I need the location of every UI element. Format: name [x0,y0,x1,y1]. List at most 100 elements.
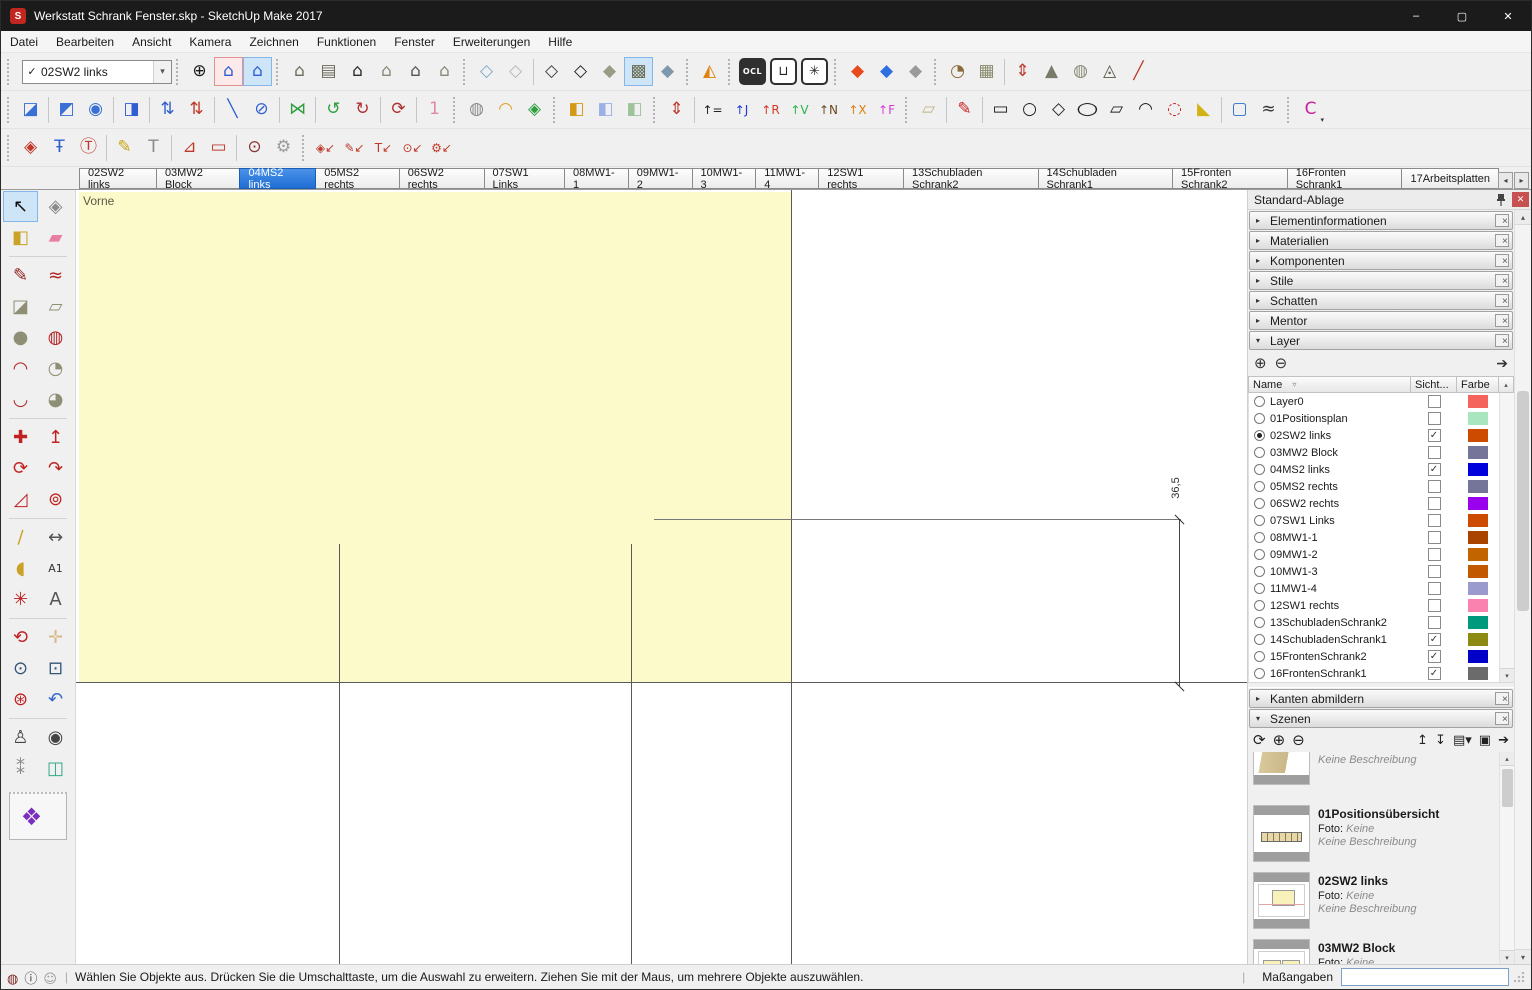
text-zoom-arrow-icon[interactable]: ⊙↙ [398,133,427,162]
sandbox-from-scratch-icon[interactable]: ▦ [972,57,1001,86]
push-pull-tool[interactable]: ↥ [38,422,73,453]
layer-current-radio[interactable] [1254,515,1265,526]
textured-mode-icon[interactable]: ▩ [624,57,653,86]
menu-funktionen[interactable]: Funktionen [308,31,385,53]
scene-list-item[interactable]: Keine Beschreibung [1248,752,1499,800]
layer-visible-checkbox[interactable] [1428,531,1441,544]
add-scene-button[interactable]: ⊕ [1273,731,1286,749]
close-button[interactable]: ✕ [1485,1,1531,31]
pan-tool[interactable]: ✛ [38,622,73,653]
back-edges-mode-icon[interactable]: ◇ [501,57,530,86]
scene-tab-15fronten-schrank2[interactable]: 15Fronten Schrank2 [1172,168,1288,189]
layer-visible-checkbox[interactable]: ✓ [1428,429,1441,442]
stamp-icon[interactable]: ▲ [1037,57,1066,86]
remove-layer-button[interactable]: ⊖ [1275,354,1288,372]
pin-icon[interactable] [1494,193,1508,207]
view-right-icon[interactable]: ⌂ [372,57,401,86]
menu-bearbeiten[interactable]: Bearbeiten [47,31,123,53]
scene-selector-dropdown[interactable]: ✓ 02SW2 links ▾ [22,60,172,84]
polygon-tool[interactable]: ◍ [38,322,73,353]
scene-tab-11mw1-4[interactable]: 11MW1-4 [755,168,819,189]
text-wrench-icon[interactable]: T [139,133,168,162]
layer-color-swatch[interactable] [1468,412,1488,425]
tab-scroll-right-button[interactable]: ▸ [1514,172,1529,189]
layer-row-01positionsplan[interactable]: 01Positionsplan [1249,410,1499,427]
layer-current-radio[interactable] [1254,549,1265,560]
layer-color-swatch[interactable] [1468,480,1488,493]
layer-current-radio[interactable] [1254,413,1265,424]
layer-row-10mw1-3[interactable]: 10MW1-3 [1249,563,1499,580]
layer-color-swatch[interactable] [1468,531,1488,544]
close-section-button[interactable]: × [1495,314,1509,327]
gray-box-icon[interactable]: ◆ [901,57,930,86]
page-corner-icon[interactable]: ◩ [52,95,81,124]
eraser-tool[interactable]: ▰ [38,222,73,253]
layer-color-swatch[interactable] [1468,395,1488,408]
scene-tab-06sw2-rechts[interactable]: 06SW2 rechts [399,168,485,189]
layer-visible-checkbox[interactable] [1428,599,1441,612]
raise-n-icon[interactable]: ↑N [814,95,843,124]
layer-row-09mw1-2[interactable]: 09MW1-2 [1249,546,1499,563]
layer-color-swatch[interactable] [1468,565,1488,578]
tray-section-szenen[interactable]: ▾ Szenen × [1249,709,1513,728]
layer-current-radio[interactable] [1254,583,1265,594]
layer-current-radio[interactable] [1254,566,1265,577]
scene-tab-02sw2-links[interactable]: 02SW2 links [79,168,157,189]
drawing-canvas[interactable]: 36,5 Vorne [76,190,1247,964]
tray-scroll-up-icon[interactable]: ▴ [1515,210,1531,225]
add-detail-icon[interactable]: ◬ [1095,57,1124,86]
view-top-icon[interactable]: ▤ [314,57,343,86]
home-view-icon[interactable]: ⌂ [243,57,272,86]
face-polygon-icon[interactable]: ◇ [1044,95,1073,124]
scene-tab-05ms2-rechts[interactable]: 05MS2 rechts [315,168,400,189]
scene-scroll-up-icon[interactable]: ▴ [1500,752,1514,766]
line-tool[interactable]: ✎ [3,260,38,291]
menu-ansicht[interactable]: Ansicht [123,31,180,53]
scene-tab-04ms2-links[interactable]: 04MS2 links [239,168,316,189]
raise-j-icon[interactable]: ↑J [727,95,756,124]
layer-row-02sw2-links[interactable]: 02SW2 links✓ [1249,427,1499,444]
layer-row-03mw2-block[interactable]: 03MW2 Block [1249,444,1499,461]
layer-current-radio[interactable] [1254,464,1265,475]
layer-color-swatch[interactable] [1468,633,1488,646]
layer-row-13schubladenschrank2[interactable]: 13SchubladenSchrank2 [1249,614,1499,631]
circle-tool[interactable]: ● [3,322,38,353]
half-face-icon[interactable]: ◨ [117,95,146,124]
layer-current-radio[interactable] [1254,634,1265,645]
smoove-icon[interactable]: ⇕ [1008,57,1037,86]
signin-icon[interactable]: ☺ [43,972,57,987]
face-arc-icon[interactable]: ◠ [1131,95,1160,124]
face-3point-circle-icon[interactable]: ◌ [1160,95,1189,124]
column-header-color[interactable]: Farbe [1457,376,1499,393]
tape-measure-tool[interactable]: ∕ [3,522,38,553]
menu-erweiterungen[interactable]: Erweiterungen [444,31,539,53]
layer-row-07sw1-links[interactable]: 07SW1 Links [1249,512,1499,529]
arrows-down-up-red-icon[interactable]: ⇅ [182,95,211,124]
text-pencil-icon[interactable]: ✎ [110,133,139,162]
position-camera-tool[interactable]: ♙ [3,722,38,753]
corner-cube-yellow-icon[interactable]: ◧ [562,95,591,124]
raise-v-icon[interactable]: ↑V [785,95,814,124]
tray-scroll-down-icon[interactable]: ▾ [1515,949,1531,964]
scene-tab-10mw1-3[interactable]: 10MW1-3 [692,168,757,189]
raise-x-icon[interactable]: ↑X [843,95,872,124]
rotated-rectangle-tool[interactable]: ▱ [38,291,73,322]
offset-tool[interactable]: ⊚ [38,484,73,515]
layer-visible-checkbox[interactable]: ✓ [1428,463,1441,476]
tray-scroll-thumb[interactable] [1517,391,1529,611]
previous-view-icon[interactable]: ⌂ [214,57,243,86]
close-section-button[interactable]: × [1495,234,1509,247]
origami-plugin-tool[interactable]: ❖ [14,801,49,832]
scale-tool[interactable]: ◿ [3,484,38,515]
text-gear-arrow-icon[interactable]: ⚙↙ [427,133,456,162]
tray-section-elementinformationen[interactable]: ▸Elementinformationen× [1249,211,1513,230]
text-wrench-arrow-icon[interactable]: T↙ [369,133,398,162]
text-tool[interactable]: A1 [38,553,73,584]
move-scene-down-button[interactable]: ↧ [1435,733,1446,748]
diagonal-anchor-icon[interactable]: ⊘ [247,95,276,124]
axes-tool-boxed-icon[interactable]: ✳ [801,58,828,85]
shaded-mode-icon[interactable]: ◆ [595,57,624,86]
layer-current-radio[interactable] [1254,396,1265,407]
page-export-arrow-icon[interactable]: ◪ [16,95,45,124]
text-move-icon[interactable]: Ŧ [45,133,74,162]
